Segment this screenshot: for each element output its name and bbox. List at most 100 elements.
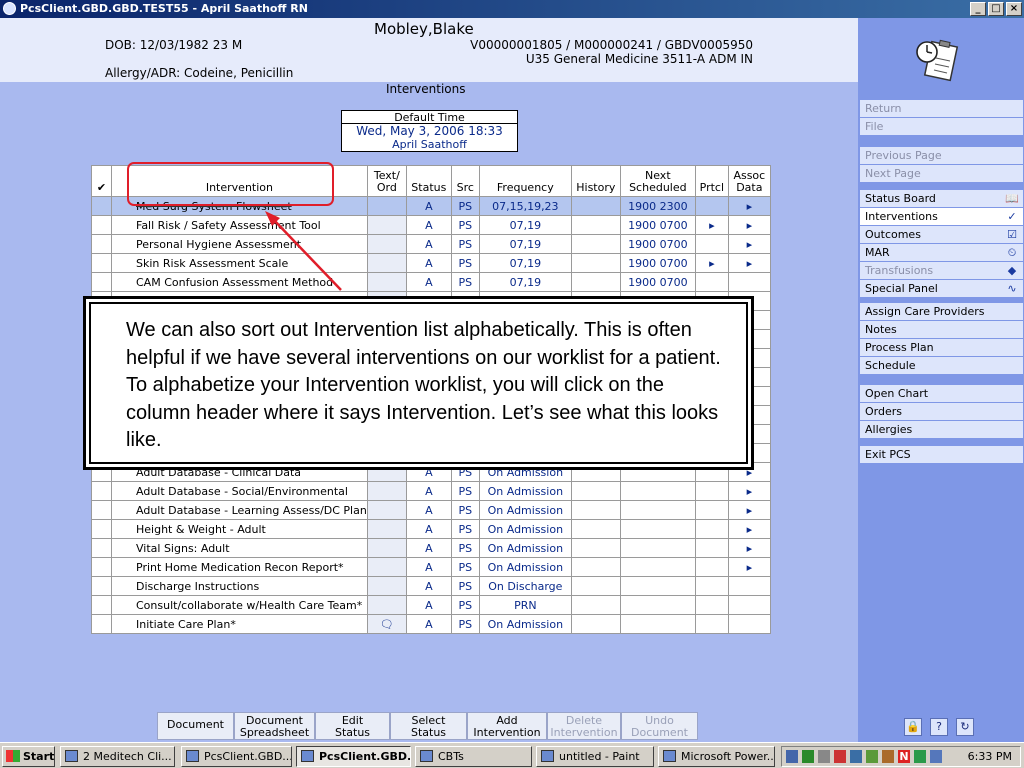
refresh-icon[interactable]: ↻	[956, 718, 974, 736]
check-cell[interactable]	[91, 272, 112, 292]
frequency-cell[interactable]: On Admission	[478, 538, 572, 558]
network-icon[interactable]	[786, 750, 798, 763]
next-scheduled-cell[interactable]	[619, 576, 696, 596]
menu-item-outcomes[interactable]: Outcomes ☑	[860, 226, 1023, 244]
intervention-name-cell[interactable]: Height & Weight - Adult	[111, 519, 368, 539]
taskbar-task[interactable]: 2 Meditech Cli...	[60, 746, 175, 767]
src-cell[interactable]: PS	[450, 519, 480, 539]
src-cell[interactable]: PS	[450, 234, 480, 254]
status-cell[interactable]: A	[405, 614, 452, 634]
text-ord-cell[interactable]	[366, 595, 407, 615]
wireless-icon[interactable]	[914, 750, 926, 763]
assoc-data-cell[interactable]: ▸	[727, 500, 771, 520]
toolbar-select-status-button[interactable]: Select Status	[390, 712, 467, 740]
maximize-button[interactable]: □	[988, 2, 1004, 16]
intervention-name-cell[interactable]: Initiate Care Plan*	[111, 614, 368, 634]
toolbar-edit-status-button[interactable]: Edit Status	[315, 712, 390, 740]
menu-item-assign-care-providers[interactable]: Assign Care Providers	[860, 303, 1023, 321]
frequency-cell[interactable]: PRN	[478, 595, 572, 615]
history-cell[interactable]	[570, 595, 621, 615]
check-cell[interactable]	[91, 253, 112, 273]
menu-item-interventions[interactable]: Interventions ✓	[860, 208, 1023, 226]
taskbar-clock[interactable]: 6:33 PM	[968, 747, 1012, 766]
menu-item-special-panel[interactable]: Special Panel ∿	[860, 280, 1023, 298]
taskbar-task[interactable]: PcsClient.GBD...	[296, 746, 411, 767]
next-scheduled-cell[interactable]	[619, 595, 696, 615]
toolbar-document-button[interactable]: Document	[157, 712, 234, 740]
intervention-name-cell[interactable]: Vital Signs: Adult	[111, 538, 368, 558]
text-ord-cell[interactable]	[366, 538, 407, 558]
assoc-data-cell[interactable]	[727, 576, 771, 596]
src-cell[interactable]: PS	[450, 538, 480, 558]
history-cell[interactable]	[570, 272, 621, 292]
table-row[interactable]: Height & Weight - Adult A PS On Admission ▸	[91, 519, 771, 539]
check-cell[interactable]	[91, 215, 112, 235]
intervention-name-cell[interactable]: Adult Database - Learning Assess/DC Plan	[111, 500, 368, 520]
table-row[interactable]: Fall Risk / Safety Assessment Tool A PS 07,…	[91, 215, 771, 235]
src-cell[interactable]: PS	[450, 481, 480, 501]
intervention-name-cell[interactable]: CAM Confusion Assessment Method	[111, 272, 368, 292]
check-column-header[interactable]: ✔	[91, 165, 112, 197]
text-ord-cell[interactable]	[366, 519, 407, 539]
src-cell[interactable]: PS	[450, 253, 480, 273]
table-row[interactable]: Print Home Medication Recon Report* A PS On…	[91, 557, 771, 577]
prtcl-cell[interactable]	[694, 538, 729, 558]
assoc-data-cell[interactable]: ▸	[727, 234, 771, 254]
status-cell[interactable]: A	[405, 253, 452, 273]
assoc-data-cell[interactable]: ▸	[727, 196, 771, 216]
menu-item-notes[interactable]: Notes	[860, 321, 1023, 339]
help-icon[interactable]: ?	[930, 718, 948, 736]
status-cell[interactable]: A	[405, 557, 452, 577]
next-scheduled-cell[interactable]	[619, 519, 696, 539]
prtcl-cell[interactable]: ▸	[694, 215, 729, 235]
history-cell[interactable]	[570, 538, 621, 558]
history-cell[interactable]	[570, 519, 621, 539]
prtcl-column-header[interactable]: Prtcl	[694, 165, 729, 197]
toolbar-document-spreadsheet-button[interactable]: Document Spreadsheet	[234, 712, 315, 740]
start-button[interactable]: Start	[2, 746, 55, 767]
frequency-cell[interactable]: On Admission	[478, 557, 572, 577]
check-cell[interactable]	[91, 576, 112, 596]
assoc-data-cell[interactable]: ▸	[727, 519, 771, 539]
prtcl-cell[interactable]	[694, 500, 729, 520]
src-cell[interactable]: PS	[450, 557, 480, 577]
assoc-data-cell[interactable]: ▸	[727, 215, 771, 235]
next-scheduled-cell[interactable]	[619, 500, 696, 520]
next-scheduled-cell[interactable]	[619, 557, 696, 577]
tray-app-icon[interactable]	[850, 750, 862, 763]
src-cell[interactable]: PS	[450, 614, 480, 634]
check-cell[interactable]	[91, 196, 112, 216]
text-ord-cell[interactable]	[366, 272, 407, 292]
prtcl-cell[interactable]	[694, 557, 729, 577]
text-ord-column-header[interactable]: Text/Ord	[366, 165, 407, 197]
next-scheduled-cell[interactable]: 1900 0700	[619, 272, 696, 292]
intervention-name-cell[interactable]: Skin Risk Assessment Scale	[111, 253, 368, 273]
frequency-cell[interactable]: On Admission	[478, 481, 572, 501]
src-cell[interactable]: PS	[450, 595, 480, 615]
src-cell[interactable]: PS	[450, 272, 480, 292]
prtcl-cell[interactable]	[694, 196, 729, 216]
prtcl-cell[interactable]: ▸	[694, 253, 729, 273]
menu-item-mar[interactable]: MAR ⏲	[860, 244, 1023, 262]
history-cell[interactable]	[570, 215, 621, 235]
check-cell[interactable]	[91, 614, 112, 634]
prtcl-cell[interactable]	[694, 234, 729, 254]
intervention-name-cell[interactable]: Personal Hygiene Assessment	[111, 234, 368, 254]
src-cell[interactable]: PS	[450, 576, 480, 596]
next-scheduled-cell[interactable]	[619, 538, 696, 558]
text-ord-cell[interactable]	[366, 234, 407, 254]
table-row[interactable]: Personal Hygiene Assessment A PS 07,19 1900 …	[91, 234, 771, 254]
assoc-data-cell[interactable]: ▸	[727, 538, 771, 558]
text-ord-cell[interactable]	[366, 215, 407, 235]
text-ord-cell[interactable]	[366, 481, 407, 501]
prtcl-cell[interactable]	[694, 576, 729, 596]
table-row[interactable]: Skin Risk Assessment Scale A PS 07,19 1900 0…	[91, 253, 771, 273]
prtcl-cell[interactable]	[694, 481, 729, 501]
check-cell[interactable]	[91, 595, 112, 615]
table-row[interactable]: Adult Database - Learning Assess/DC Plan…	[91, 500, 771, 520]
next-scheduled-cell[interactable]: 1900 0700	[619, 234, 696, 254]
table-row[interactable]: CAM Confusion Assessment Method A PS 07,19 1…	[91, 272, 771, 292]
check-cell[interactable]	[91, 519, 112, 539]
tray-app-icon[interactable]	[882, 750, 894, 763]
text-ord-cell[interactable]	[366, 500, 407, 520]
